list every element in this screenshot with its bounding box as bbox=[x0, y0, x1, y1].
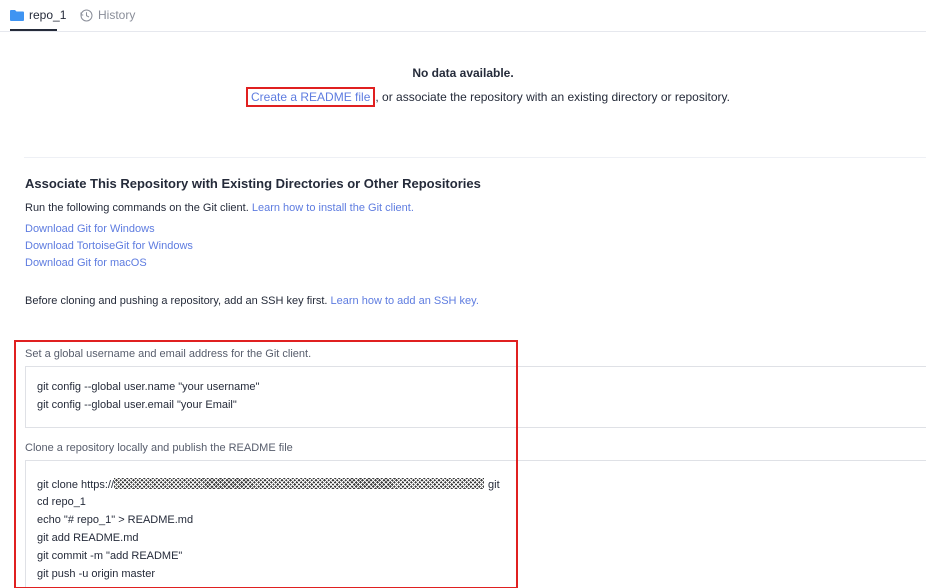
create-readme-link[interactable]: Create a README file bbox=[246, 87, 376, 107]
associate-section-title: Associate This Repository with Existing … bbox=[25, 176, 481, 191]
run-commands-text: Run the following commands on the Git cl… bbox=[25, 202, 414, 214]
add-ssh-key-link[interactable]: Learn how to add an SSH key. bbox=[331, 295, 479, 307]
download-git-windows-link[interactable]: Download Git for Windows bbox=[25, 223, 155, 235]
commands-highlight-box bbox=[14, 340, 518, 588]
ssh-key-label: Before cloning and pushing a repository,… bbox=[25, 295, 328, 307]
download-git-macos-link[interactable]: Download Git for macOS bbox=[25, 257, 147, 269]
tab-bar: repo_1 History bbox=[0, 0, 926, 32]
history-icon bbox=[80, 9, 93, 21]
section-divider bbox=[24, 157, 926, 158]
empty-state-title: No data available. bbox=[412, 66, 514, 80]
run-commands-label: Run the following commands on the Git cl… bbox=[25, 202, 249, 214]
repository-page: repo_1 History No data available. Create… bbox=[0, 0, 926, 588]
folder-icon bbox=[10, 9, 24, 21]
active-tab-indicator bbox=[10, 29, 57, 31]
empty-state-message: Create a README file, or associate the r… bbox=[0, 87, 926, 107]
ssh-key-text: Before cloning and pushing a repository,… bbox=[25, 295, 479, 307]
install-git-link[interactable]: Learn how to install the Git client. bbox=[252, 202, 414, 214]
download-tortoisegit-link[interactable]: Download TortoiseGit for Windows bbox=[25, 240, 193, 252]
tab-history-label: History bbox=[98, 8, 136, 22]
empty-state-rest-text: , or associate the repository with an ex… bbox=[375, 90, 730, 104]
tab-history[interactable]: History bbox=[80, 6, 135, 24]
tab-repo-label: repo_1 bbox=[29, 8, 67, 22]
tab-repo[interactable]: repo_1 bbox=[10, 6, 66, 24]
